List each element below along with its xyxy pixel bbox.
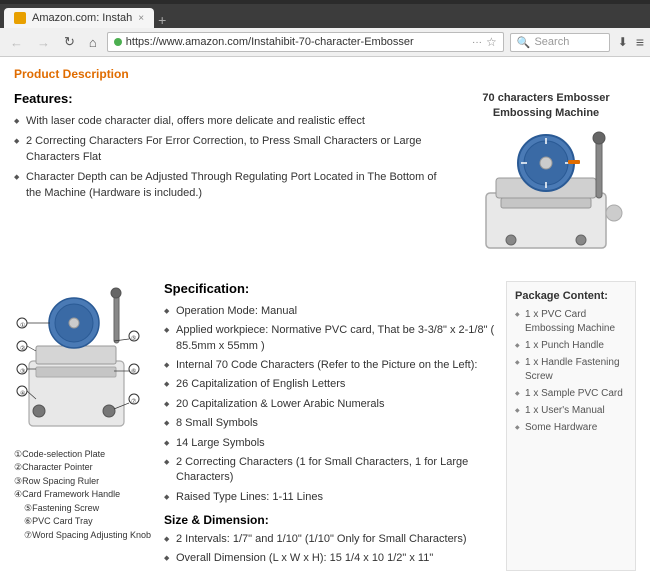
search-placeholder: Search <box>534 36 569 48</box>
diagram-section: ① ⑤ ② ⑥ ③ ④ ⑦ <box>14 281 154 571</box>
svg-text:⑤: ⑤ <box>131 335 136 342</box>
size-specs-list: 2 Intervals: 1/7" and 1/10" (1/10" Only … <box>164 532 496 567</box>
diagram-labels: ①Code-selection Plate ②Character Pointer… <box>14 448 154 543</box>
product-image-top: 70 characters Embosser Embossing Machine <box>456 91 636 261</box>
search-icon: 🔍 <box>517 36 531 49</box>
tab-label: Amazon.com: Instah <box>32 12 132 24</box>
specs-section: Specification: Operation Mode: Manual Ap… <box>164 281 496 571</box>
list-item: 1 x Handle Fastening Screw <box>515 356 627 384</box>
list-item: Applied workpiece: Normative PVC card, T… <box>164 323 496 354</box>
url-menu[interactable]: ··· <box>472 37 482 48</box>
svg-text:③: ③ <box>20 368 25 375</box>
download-icon[interactable]: ⬇ <box>618 35 628 49</box>
list-item: 26 Capitalization of English Letters <box>164 377 496 392</box>
list-item: Internal 70 Code Characters (Refer to th… <box>164 358 496 373</box>
list-item: 2 Intervals: 1/7" and 1/10" (1/10" Only … <box>164 532 496 547</box>
product-image-svg <box>466 128 626 258</box>
package-content-section: Package Content: 1 x PVC Card Embossing … <box>506 281 636 571</box>
diagram-svg: ① ⑤ ② ⑥ ③ ④ ⑦ <box>14 281 144 441</box>
svg-text:⑥: ⑥ <box>131 368 136 375</box>
tab-close-button[interactable]: × <box>138 13 144 24</box>
tab-favicon <box>14 12 26 24</box>
specs-title: Specification: <box>164 281 496 296</box>
ssl-indicator <box>114 38 122 46</box>
search-box[interactable]: 🔍 Search <box>510 33 610 52</box>
list-item: 20 Capitalization & Lower Arabic Numeral… <box>164 397 496 412</box>
bookmark-icon[interactable]: ☆ <box>486 35 497 49</box>
package-title: Package Content: <box>515 290 627 302</box>
list-item: Overall Dimension (L x W x H): 15 1/4 x … <box>164 551 496 566</box>
diagram-label-2: ②Character Pointer <box>14 461 154 475</box>
svg-text:②: ② <box>20 345 25 352</box>
bottom-section: ① ⑤ ② ⑥ ③ ④ ⑦ <box>14 281 636 571</box>
top-section: Features: With laser code character dial… <box>14 91 636 261</box>
section-title: Product Description <box>14 67 636 81</box>
list-item: Operation Mode: Manual <box>164 304 496 319</box>
diagram-label-6: ⑥PVC Card Tray <box>24 515 154 529</box>
list-item: With laser code character dial, offers m… <box>14 114 446 129</box>
package-list: 1 x PVC Card Embossing Machine 1 x Punch… <box>515 308 627 435</box>
list-item: 1 x Sample PVC Card <box>515 387 627 401</box>
size-dimension-title: Size & Dimension: <box>164 513 496 527</box>
tab-bar: Amazon.com: Instah × + <box>0 4 650 28</box>
back-button[interactable]: ← <box>6 33 27 52</box>
diagram-label-5: ⑤Fastening Screw <box>24 502 154 516</box>
svg-text:①: ① <box>20 322 25 329</box>
new-tab-button[interactable]: + <box>158 12 166 28</box>
page-content: Product Description Features: With laser… <box>0 57 650 581</box>
list-item: 8 Small Symbols <box>164 416 496 431</box>
svg-text:⑦: ⑦ <box>131 398 136 405</box>
diagram-label-3: ③Row Spacing Ruler <box>14 475 154 489</box>
home-button[interactable]: ⌂ <box>85 33 101 52</box>
navigation-bar: ← → ↻ ⌂ https://www.amazon.com/Instahibi… <box>0 28 650 57</box>
list-item: 1 x User's Manual <box>515 404 627 418</box>
features-list: With laser code character dial, offers m… <box>14 114 446 201</box>
active-tab[interactable]: Amazon.com: Instah × <box>4 8 154 28</box>
list-item: 1 x PVC Card Embossing Machine <box>515 308 627 336</box>
menu-icon[interactable]: ≡ <box>636 34 644 50</box>
specs-list: Operation Mode: Manual Applied workpiece… <box>164 304 496 505</box>
image-caption: 70 characters Embosser Embossing Machine <box>456 91 636 122</box>
list-item: Character Depth can be Adjusted Through … <box>14 170 446 201</box>
features-title: Features: <box>14 91 446 106</box>
url-text: https://www.amazon.com/Instahibit-70-cha… <box>126 36 468 48</box>
list-item: Raised Type Lines: 1-11 Lines <box>164 490 496 505</box>
address-bar[interactable]: https://www.amazon.com/Instahibit-70-cha… <box>107 32 504 52</box>
svg-text:④: ④ <box>20 390 25 397</box>
forward-button[interactable]: → <box>33 33 54 52</box>
diagram-label-7: ⑦Word Spacing Adjusting Knob <box>24 529 154 543</box>
list-item: 14 Large Symbols <box>164 436 496 451</box>
list-item: Some Hardware <box>515 421 627 435</box>
reload-button[interactable]: ↻ <box>60 32 79 52</box>
features-section: Features: With laser code character dial… <box>14 91 446 261</box>
list-item: 2 Correcting Characters (1 for Small Cha… <box>164 455 496 486</box>
list-item: 1 x Punch Handle <box>515 339 627 353</box>
list-item: 2 Correcting Characters For Error Correc… <box>14 134 446 165</box>
diagram-label-4: ④Card Framework Handle <box>14 488 154 502</box>
diagram-label-1: ①Code-selection Plate <box>14 448 154 462</box>
